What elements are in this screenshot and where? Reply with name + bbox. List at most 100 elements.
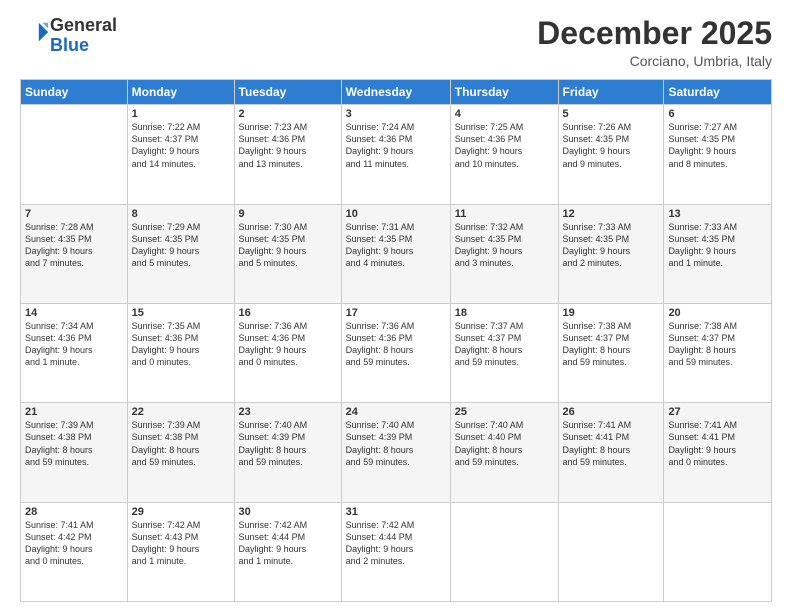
day-info: Sunrise: 7:41 AM Sunset: 4:41 PM Dayligh… [563,419,660,468]
day-number: 12 [563,208,660,220]
day-cell: 14Sunrise: 7:34 AM Sunset: 4:36 PM Dayli… [21,303,128,402]
weekday-header-friday: Friday [558,80,664,105]
day-info: Sunrise: 7:38 AM Sunset: 4:37 PM Dayligh… [563,320,660,369]
day-cell: 1Sunrise: 7:22 AM Sunset: 4:37 PM Daylig… [127,105,234,204]
day-cell: 27Sunrise: 7:41 AM Sunset: 4:41 PM Dayli… [664,403,772,502]
day-cell: 13Sunrise: 7:33 AM Sunset: 4:35 PM Dayli… [664,204,772,303]
day-number: 21 [25,406,123,418]
day-info: Sunrise: 7:26 AM Sunset: 4:35 PM Dayligh… [563,121,660,170]
day-cell: 6Sunrise: 7:27 AM Sunset: 4:35 PM Daylig… [664,105,772,204]
day-cell: 8Sunrise: 7:29 AM Sunset: 4:35 PM Daylig… [127,204,234,303]
week-row-4: 21 Sunrise: 7:39 AM Sunset: 4:38 PM Dayli… [21,403,772,502]
weekday-header-monday: Monday [127,80,234,105]
day-number: 1 [132,108,230,120]
day-info: Sunrise: 7:28 AM Sunset: 4:35 PM Dayligh… [25,221,123,270]
day-number: 9 [239,208,337,220]
title-block: December 2025 Corciano, Umbria, Italy [537,16,772,69]
day-info: Sunrise: 7:42 AM Sunset: 4:44 PM Dayligh… [239,519,337,568]
day-info: Sunrise: 7:37 AM Sunset: 4:37 PM Dayligh… [455,320,554,369]
day-number: 28 [25,506,123,518]
day-number: 24 [346,406,446,418]
day-cell: 29Sunrise: 7:42 AM Sunset: 4:43 PM Dayli… [127,502,234,601]
page: General Blue December 2025 Corciano, Umb… [0,0,792,612]
day-info: Sunrise: 7:38 AM Sunset: 4:37 PM Dayligh… [668,320,767,369]
day-number: 10 [346,208,446,220]
day-cell: 16Sunrise: 7:36 AM Sunset: 4:36 PM Dayli… [234,303,341,402]
day-cell: 15Sunrise: 7:35 AM Sunset: 4:36 PM Dayli… [127,303,234,402]
day-number: 3 [346,108,446,120]
day-info: Sunrise: 7:27 AM Sunset: 4:35 PM Dayligh… [668,121,767,170]
day-number: 14 [25,307,123,319]
day-info: Sunrise: 7:41 AM Sunset: 4:41 PM Dayligh… [668,419,767,468]
day-cell: 24Sunrise: 7:40 AM Sunset: 4:39 PM Dayli… [341,403,450,502]
day-info: Sunrise: 7:36 AM Sunset: 4:36 PM Dayligh… [346,320,446,369]
day-info: Sunrise: 7:24 AM Sunset: 4:36 PM Dayligh… [346,121,446,170]
logo: General Blue [20,16,117,56]
day-info: Sunrise: 7:32 AM Sunset: 4:35 PM Dayligh… [455,221,554,270]
day-number: 30 [239,506,337,518]
day-number: 17 [346,307,446,319]
logo-blue: Blue [50,35,89,55]
day-cell: 28Sunrise: 7:41 AM Sunset: 4:42 PM Dayli… [21,502,128,601]
day-cell: 7Sunrise: 7:28 AM Sunset: 4:35 PM Daylig… [21,204,128,303]
month-title: December 2025 [537,16,772,51]
day-cell: 20Sunrise: 7:38 AM Sunset: 4:37 PM Dayli… [664,303,772,402]
day-cell: 21Sunrise: 7:39 AM Sunset: 4:38 PM Dayli… [21,403,128,502]
day-cell: 18Sunrise: 7:37 AM Sunset: 4:37 PM Dayli… [450,303,558,402]
day-number: 22 [132,406,230,418]
day-number: 19 [563,307,660,319]
day-cell: 30Sunrise: 7:42 AM Sunset: 4:44 PM Dayli… [234,502,341,601]
day-cell: 25Sunrise: 7:40 AM Sunset: 4:40 PM Dayli… [450,403,558,502]
day-number: 29 [132,506,230,518]
day-number: 25 [455,406,554,418]
day-cell: 26Sunrise: 7:41 AM Sunset: 4:41 PM Dayli… [558,403,664,502]
day-number: 11 [455,208,554,220]
calendar-body: 1Sunrise: 7:22 AM Sunset: 4:37 PM Daylig… [21,105,772,602]
day-cell [558,502,664,601]
calendar: SundayMondayTuesdayWednesdayThursdayFrid… [20,79,772,602]
day-number: 26 [563,406,660,418]
day-info: Sunrise: 7:25 AM Sunset: 4:36 PM Dayligh… [455,121,554,170]
day-number: 31 [346,506,446,518]
day-cell [21,105,128,204]
day-cell [450,502,558,601]
day-info: Sunrise: 7:31 AM Sunset: 4:35 PM Dayligh… [346,221,446,270]
day-number: 5 [563,108,660,120]
day-info: Sunrise: 7:40 AM Sunset: 4:39 PM Dayligh… [346,419,446,468]
day-number: 6 [668,108,767,120]
week-row-2: 7Sunrise: 7:28 AM Sunset: 4:35 PM Daylig… [21,204,772,303]
day-info: Sunrise: 7:22 AM Sunset: 4:37 PM Dayligh… [132,121,230,170]
day-number: 15 [132,307,230,319]
day-number: 16 [239,307,337,319]
day-cell: 9Sunrise: 7:30 AM Sunset: 4:35 PM Daylig… [234,204,341,303]
day-cell: 4Sunrise: 7:25 AM Sunset: 4:36 PM Daylig… [450,105,558,204]
day-info: Sunrise: 7:39 AM Sunset: 4:38 PM Dayligh… [132,419,230,468]
day-number: 4 [455,108,554,120]
day-info: Sunrise: 7:30 AM Sunset: 4:35 PM Dayligh… [239,221,337,270]
day-info: Sunrise: 7:33 AM Sunset: 4:35 PM Dayligh… [563,221,660,270]
weekday-header-wednesday: Wednesday [341,80,450,105]
day-info: Sunrise: 7:42 AM Sunset: 4:43 PM Dayligh… [132,519,230,568]
day-number: 23 [239,406,337,418]
day-info: Sunrise: 7:36 AM Sunset: 4:36 PM Dayligh… [239,320,337,369]
day-info: Sunrise: 7:29 AM Sunset: 4:35 PM Dayligh… [132,221,230,270]
day-info: Sunrise: 7:40 AM Sunset: 4:39 PM Dayligh… [239,419,337,468]
logo-general: General [50,15,117,35]
day-cell: 22Sunrise: 7:39 AM Sunset: 4:38 PM Dayli… [127,403,234,502]
day-number: 18 [455,307,554,319]
day-cell: 19Sunrise: 7:38 AM Sunset: 4:37 PM Dayli… [558,303,664,402]
day-info: Sunrise: 7:34 AM Sunset: 4:36 PM Dayligh… [25,320,123,369]
day-cell: 5Sunrise: 7:26 AM Sunset: 4:35 PM Daylig… [558,105,664,204]
day-number: 7 [25,208,123,220]
day-cell: 31Sunrise: 7:42 AM Sunset: 4:44 PM Dayli… [341,502,450,601]
day-cell: 12Sunrise: 7:33 AM Sunset: 4:35 PM Dayli… [558,204,664,303]
day-cell [664,502,772,601]
day-info: Sunrise: 7:23 AM Sunset: 4:36 PM Dayligh… [239,121,337,170]
location: Corciano, Umbria, Italy [537,53,772,69]
day-info: Sunrise: 7:33 AM Sunset: 4:35 PM Dayligh… [668,221,767,270]
day-info: Sunrise: 7:41 AM Sunset: 4:42 PM Dayligh… [25,519,123,568]
day-cell: 17Sunrise: 7:36 AM Sunset: 4:36 PM Dayli… [341,303,450,402]
weekday-header-sunday: Sunday [21,80,128,105]
day-number: 13 [668,208,767,220]
week-row-3: 14Sunrise: 7:34 AM Sunset: 4:36 PM Dayli… [21,303,772,402]
